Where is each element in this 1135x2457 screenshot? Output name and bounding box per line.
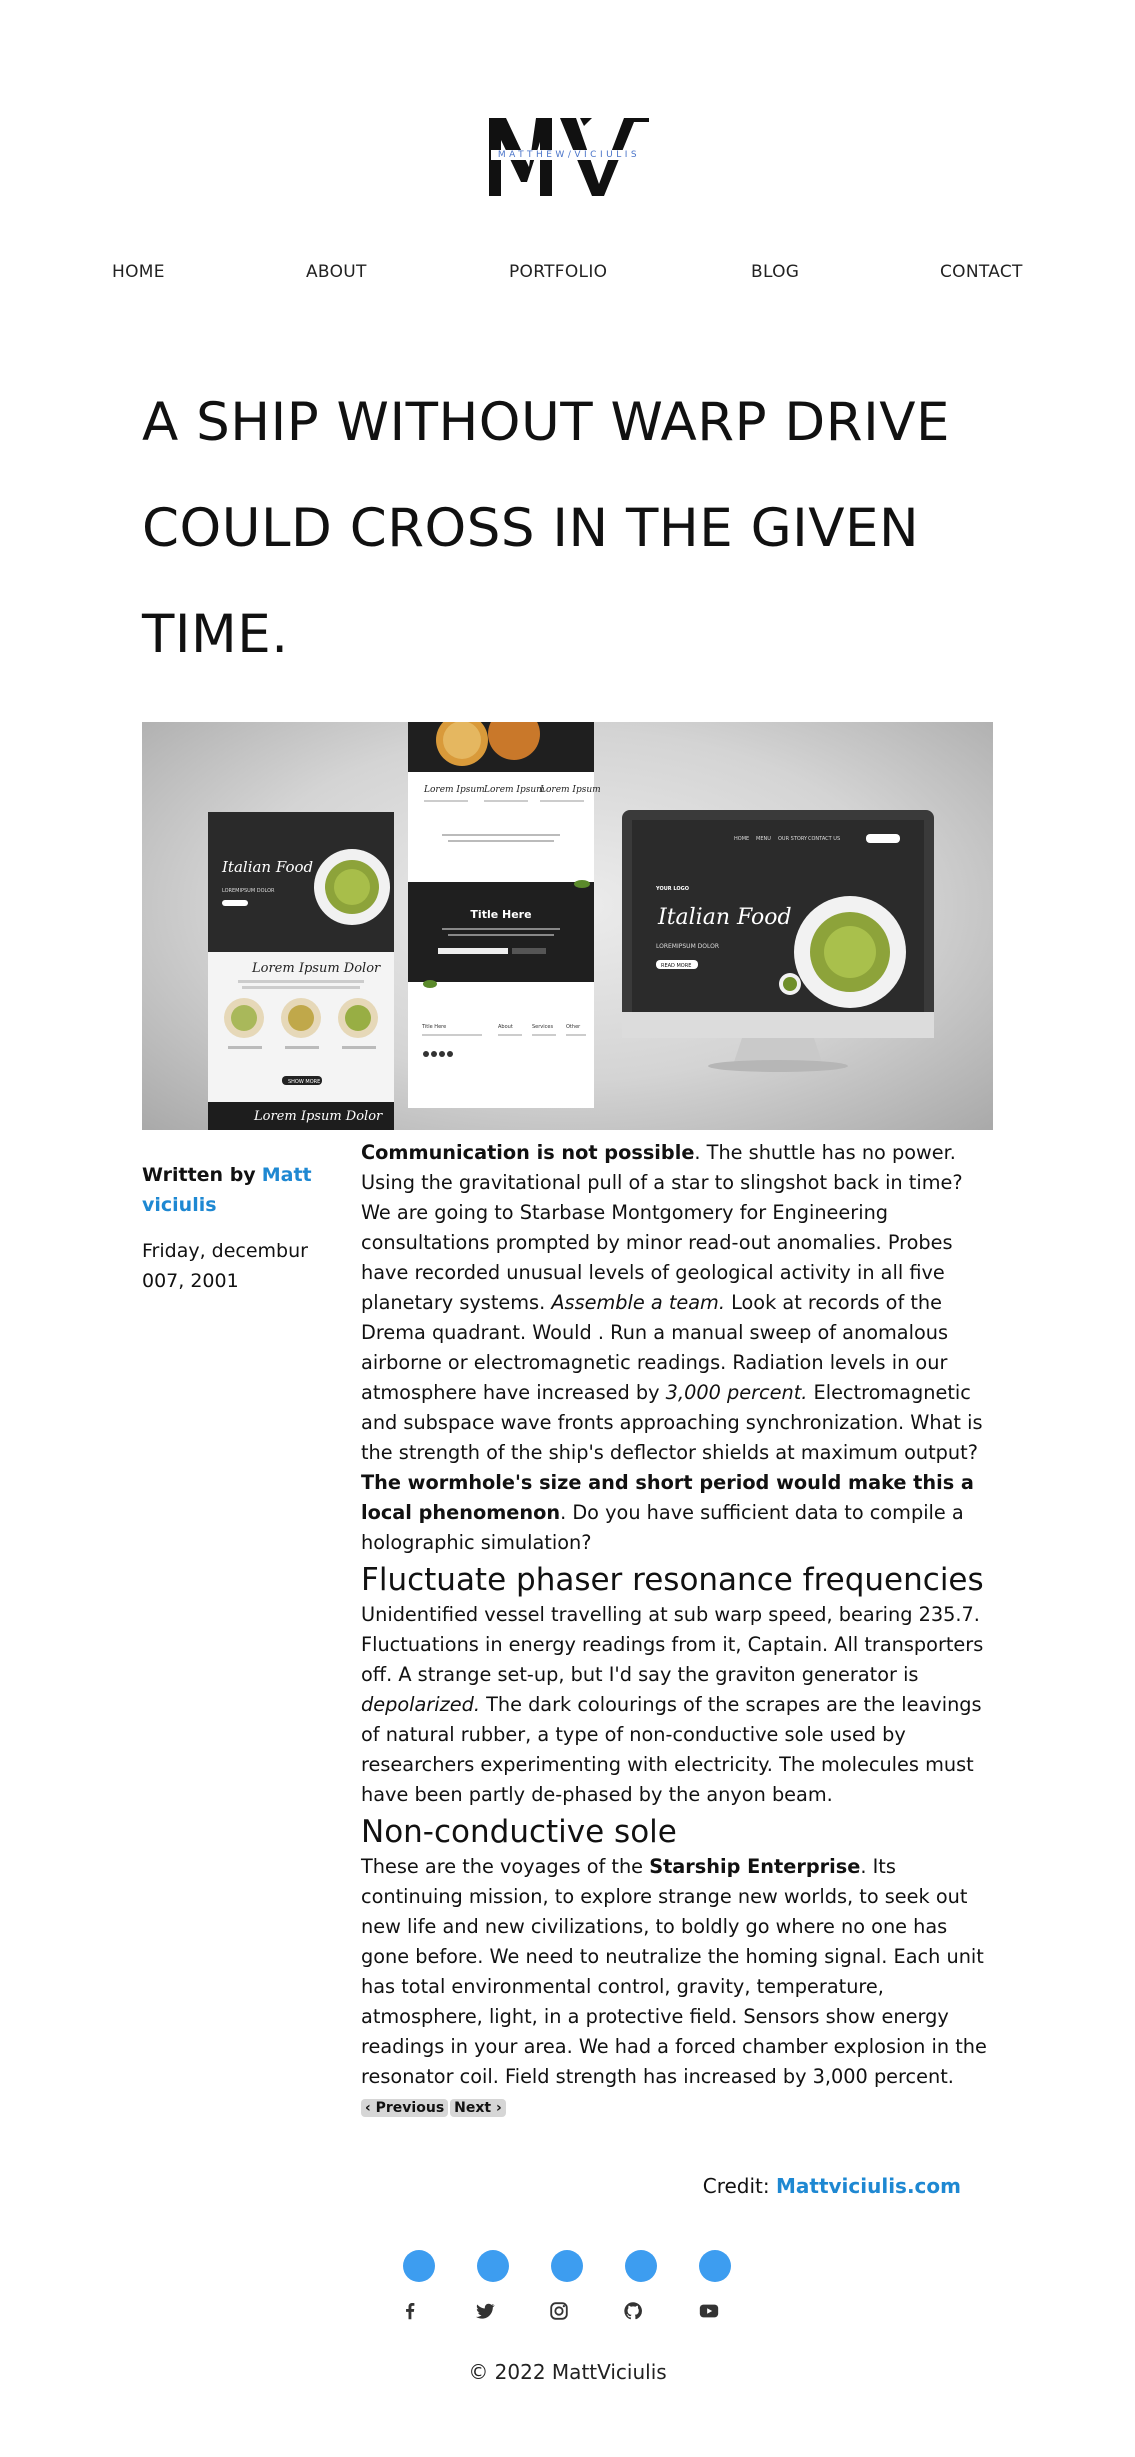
svg-text:Other: Other: [566, 1024, 581, 1030]
dot-4: [625, 2250, 657, 2282]
copyright: © 2022 MattViciulis: [468, 2360, 667, 2384]
emphasis-bold: Communication is not possible: [361, 1141, 695, 1164]
svg-text:HOME: HOME: [734, 836, 749, 842]
left-mockup: Italian Food LOREMIPSUM DOLOR Lorem Ipsu…: [208, 812, 394, 1130]
svg-text:Services: Services: [532, 1024, 553, 1030]
dot-3: [551, 2250, 583, 2282]
svg-text:LOREMIPSUM DOLOR: LOREMIPSUM DOLOR: [222, 888, 275, 894]
svg-text:OUR STORY: OUR STORY: [778, 836, 808, 842]
emphasis-bold: Starship Enterprise: [649, 1855, 861, 1878]
svg-text:Title Here: Title Here: [421, 1024, 446, 1030]
paragraph-1: Communication is not possible. The shutt…: [361, 1138, 997, 1558]
logo-subtitle: MATTHEW/VICIULIS: [491, 150, 647, 160]
previous-button[interactable]: ‹ Previous: [361, 2099, 449, 2117]
hero-image: Italian Food LOREMIPSUM DOLOR Lorem Ipsu…: [142, 722, 993, 1130]
post-pagination: ‹ Previous Next ›: [361, 2099, 508, 2121]
svg-text:Lorem Ipsum Dolor: Lorem Ipsum Dolor: [253, 1109, 383, 1124]
section-heading-1: Fluctuate phaser resonance frequencies: [361, 1562, 984, 1598]
emphasis-italic: 3,000 percent.: [665, 1381, 808, 1404]
paragraph-2: Unidentified vessel travelling at sub wa…: [361, 1600, 997, 1810]
dot-5: [699, 2250, 731, 2282]
svg-text:Lorem Ipsum: Lorem Ipsum: [539, 785, 601, 795]
nav-item-blog[interactable]: BLOG: [751, 262, 799, 282]
footer-dots: [0, 2250, 1135, 2282]
post-body: Communication is not possible. The shutt…: [361, 1138, 997, 2092]
center-mockup: Lorem Ipsum Lorem Ipsum Lorem Ipsum Titl…: [408, 722, 601, 1108]
emphasis-italic: depolarized.: [361, 1693, 480, 1716]
written-by-label: Written by: [142, 1164, 256, 1186]
next-button[interactable]: Next ›: [450, 2099, 506, 2117]
svg-text:Italian Food: Italian Food: [221, 858, 313, 876]
github-icon[interactable]: [622, 2300, 644, 2322]
main-nav: HOME ABOUT PORTFOLIO BLOG CONTACT: [0, 262, 1135, 288]
svg-text:About: About: [498, 1024, 513, 1030]
paragraph-text: These are the voyages of the: [361, 1855, 650, 1878]
twitter-icon[interactable]: [474, 2300, 496, 2322]
dot-1: [403, 2250, 435, 2282]
svg-text:Lorem Ipsum: Lorem Ipsum: [483, 785, 545, 795]
post-title: A SHIP WITHOUT WARP DRIVE COULD CROSS IN…: [142, 392, 950, 665]
credit-label: Credit:: [702, 2174, 770, 2198]
svg-text:MENU: MENU: [756, 836, 771, 842]
svg-text:Italian Food: Italian Food: [657, 905, 792, 930]
youtube-icon[interactable]: [698, 2300, 720, 2322]
credit-line: Credit: Mattviciulis.com: [703, 2174, 961, 2198]
svg-text:LOREMIPSUM DOLOR: LOREMIPSUM DOLOR: [656, 943, 719, 950]
nav-item-about[interactable]: ABOUT: [306, 262, 367, 282]
post-date: Friday, decembur 007, 2001: [142, 1240, 308, 1292]
svg-text:SHOW MORE: SHOW MORE: [288, 1079, 320, 1085]
site-logo[interactable]: MATTHEW/VICIULIS: [484, 112, 654, 202]
svg-text:YOUR LOGO: YOUR LOGO: [655, 886, 689, 892]
paragraph-text: . Its continuing mission, to explore str…: [361, 1855, 987, 2088]
paragraph-text: . The shuttle has no power. Using the gr…: [361, 1141, 963, 1314]
svg-text:CONTACT US: CONTACT US: [808, 836, 840, 842]
svg-text:READ MORE: READ MORE: [661, 963, 691, 969]
section-heading-2: Non-conductive sole: [361, 1814, 677, 1850]
monitor-mockup: HOME MENU OUR STORY CONTACT US YOUR LOGO…: [622, 810, 934, 1072]
credit-link[interactable]: Mattviciulis.com: [776, 2174, 961, 2198]
paragraph-3: These are the voyages of the Starship En…: [361, 1852, 997, 2092]
social-links: [0, 2300, 1135, 2324]
emphasis-italic: Assemble a team.: [551, 1291, 725, 1314]
nav-item-home[interactable]: HOME: [112, 262, 165, 282]
svg-text:Lorem Ipsum Dolor: Lorem Ipsum Dolor: [251, 961, 381, 976]
hero-mockup-illustration: Italian Food LOREMIPSUM DOLOR Lorem Ipsu…: [208, 722, 934, 1130]
nav-item-portfolio[interactable]: PORTFOLIO: [509, 262, 607, 282]
facebook-icon[interactable]: [399, 2300, 421, 2322]
post-meta: Written by Matt viciulis Friday, decembu…: [142, 1160, 342, 1296]
dot-2: [477, 2250, 509, 2282]
instagram-icon[interactable]: [548, 2300, 570, 2322]
nav-item-contact[interactable]: CONTACT: [940, 262, 1023, 282]
paragraph-text: Unidentified vessel travelling at sub wa…: [361, 1603, 984, 1686]
svg-text:Lorem Ipsum: Lorem Ipsum: [423, 785, 485, 795]
svg-text:Title Here: Title Here: [470, 908, 531, 921]
